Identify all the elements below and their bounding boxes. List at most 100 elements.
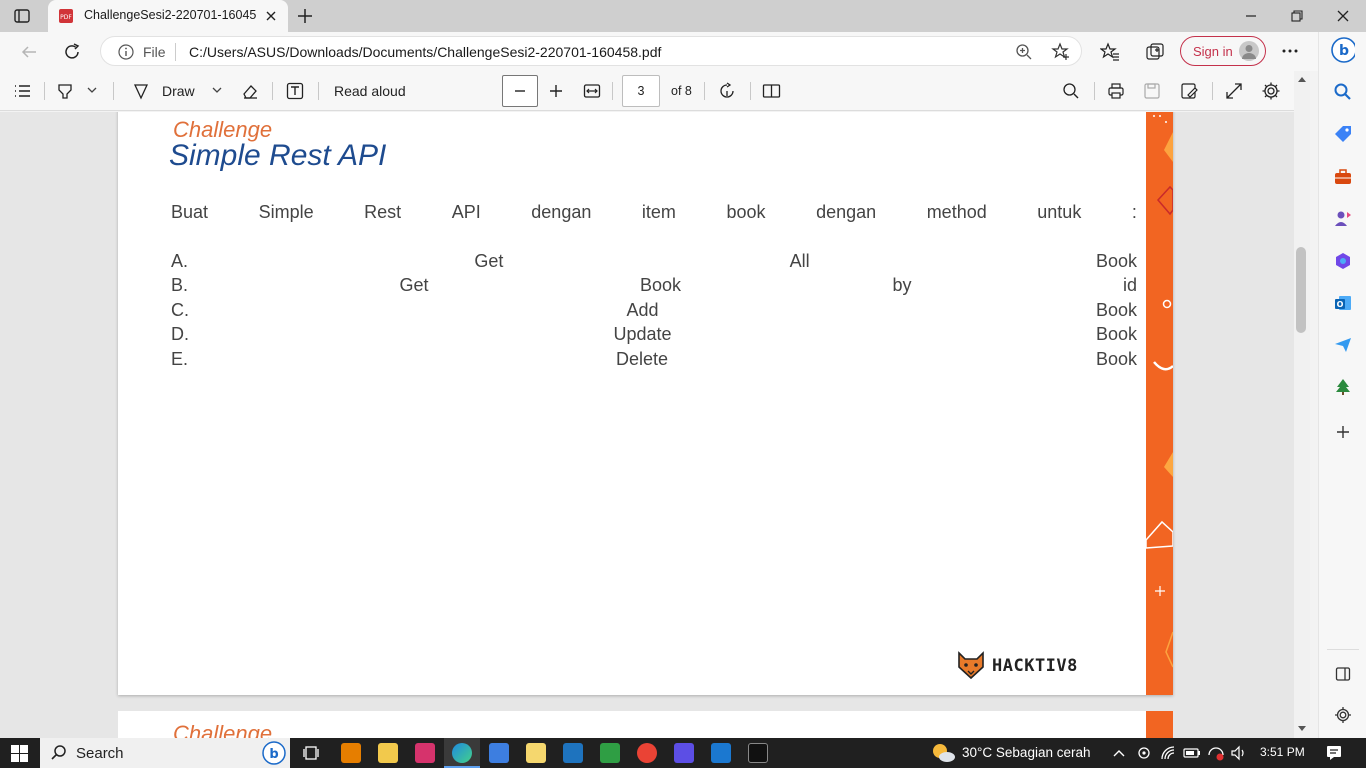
rotate-icon[interactable] [718,82,736,100]
chevron-down-icon[interactable] [211,84,223,96]
sidebar-settings-gear-icon[interactable] [1331,703,1355,727]
gift-app-icon[interactable] [415,743,435,763]
search-icon[interactable] [1331,80,1355,104]
close-window-icon[interactable] [1320,0,1366,32]
list-item: C. Add Book [171,300,1137,321]
show-hidden-icons-icon[interactable] [1112,747,1126,759]
chrome-icon[interactable] [637,743,657,763]
notifications-icon[interactable] [1325,744,1343,762]
page-view-icon[interactable] [762,82,782,100]
task-view-icon[interactable] [303,744,321,762]
bing-search-icon[interactable]: b [262,741,286,765]
page-number-input[interactable]: 3 [622,75,660,107]
save-icon[interactable] [1143,82,1161,100]
intro-sentence: Buat Simple Rest API dengan item book dengan met… [171,202,1137,223]
list-item-marker: C. [171,299,189,320]
git-icon[interactable] [600,743,620,763]
windows-start-icon[interactable] [11,745,28,762]
sublime-text-icon[interactable] [341,743,361,763]
add-text-icon[interactable] [286,82,304,100]
zoom-icon[interactable] [1015,43,1033,61]
toolbar-divider [1094,82,1095,100]
tree-icon[interactable] [1331,375,1355,399]
send-icon[interactable] [1331,333,1355,357]
weather-icon[interactable] [930,741,956,765]
list-item-word: Book [639,275,681,296]
tools-briefcase-icon[interactable] [1331,165,1355,189]
intro-word: item [641,202,676,222]
list-item-word: by [892,275,912,296]
erase-icon[interactable] [241,82,259,100]
sidebar-divider [1327,649,1359,650]
save-as-icon[interactable] [1180,82,1198,100]
shopping-tag-icon[interactable] [1331,122,1355,146]
network-error-icon[interactable] [1207,745,1225,761]
list-item: D. Update Book [171,324,1137,345]
print-icon[interactable] [1107,82,1125,100]
battery-icon[interactable] [1183,746,1201,760]
more-options-icon[interactable] [1280,44,1300,58]
hide-sidebar-icon[interactable] [1331,662,1355,686]
tab-pdf[interactable]: PDF ChallengeSesi2-220701-160458.pdf [48,0,288,32]
refresh-icon[interactable] [62,42,82,62]
svg-text:b: b [269,747,278,762]
collections-icon[interactable] [1145,42,1165,62]
fit-to-width-icon[interactable] [583,82,601,100]
list-item-word: Get [474,251,504,271]
clock[interactable]: 3:51 PM [1260,745,1305,759]
store-icon[interactable] [489,743,509,763]
outlook-icon[interactable]: O [1331,291,1355,315]
scroll-up-icon[interactable] [1297,75,1307,83]
info-icon[interactable] [118,44,134,60]
taskbar-search-box[interactable]: Search b [40,738,290,768]
mail-icon[interactable] [563,743,583,763]
new-tab-icon[interactable] [296,7,314,25]
command-prompt-icon[interactable] [748,743,768,763]
find-icon[interactable] [1062,82,1080,100]
read-aloud-button[interactable]: Read aloud [334,83,406,99]
list-item-marker: B. [171,275,189,296]
camera-status-icon[interactable] [1136,745,1152,761]
tab-actions-icon[interactable] [14,8,30,24]
weather-text[interactable]: 30°C Sebagian cerah [962,745,1091,760]
list-item-marker: D. [171,324,189,345]
url-text[interactable]: C:/Users/ASUS/Downloads/Documents/Challe… [189,44,661,60]
settings-gear-icon[interactable] [1261,81,1281,101]
video-app-icon[interactable] [674,743,694,763]
wifi-icon[interactable] [1160,745,1176,761]
list-item-word: Book [1095,348,1137,369]
minimize-icon[interactable] [1228,0,1274,32]
chevron-down-icon[interactable] [86,84,98,96]
svg-text:PDF: PDF [60,14,72,21]
add-favorite-icon[interactable] [1051,42,1071,62]
add-icon[interactable] [1331,420,1355,444]
edge-taskbar-button[interactable] [444,738,480,768]
edge-sidebar: b O [1318,32,1366,738]
sign-in-button[interactable]: Sign in [1180,36,1266,66]
zoom-out-button[interactable] [502,75,538,107]
draw-icon[interactable] [132,82,150,100]
pdf-viewer[interactable]: Challenge Simple Rest API Buat Simple Rest… [0,112,1294,738]
restore-icon[interactable] [1274,0,1320,32]
scrollbar-thumb[interactable] [1296,247,1306,333]
zoom-in-icon[interactable] [547,82,565,100]
contents-icon[interactable] [13,82,31,100]
vscode-icon[interactable] [711,743,731,763]
microsoft-365-icon[interactable] [1331,249,1355,273]
notes-icon[interactable] [526,743,546,763]
games-icon[interactable] [1331,207,1355,231]
favorites-icon[interactable] [1100,42,1120,62]
highlight-icon[interactable] [56,82,74,100]
file-explorer-icon[interactable] [378,743,398,763]
volume-icon[interactable] [1230,745,1248,761]
back-icon[interactable] [20,43,38,61]
intro-word: untuk [1037,202,1082,222]
close-tab-icon[interactable] [264,9,278,23]
draw-button[interactable]: Draw [162,83,195,99]
address-bar[interactable]: File C:/Users/ASUS/Downloads/Documents/C… [100,36,1082,66]
bing-chat-icon[interactable]: b [1331,37,1355,63]
full-screen-icon[interactable] [1225,82,1243,100]
vertical-scrollbar[interactable] [1294,71,1310,738]
list-item-word: Book [1095,299,1137,320]
scroll-down-icon[interactable] [1297,725,1307,733]
